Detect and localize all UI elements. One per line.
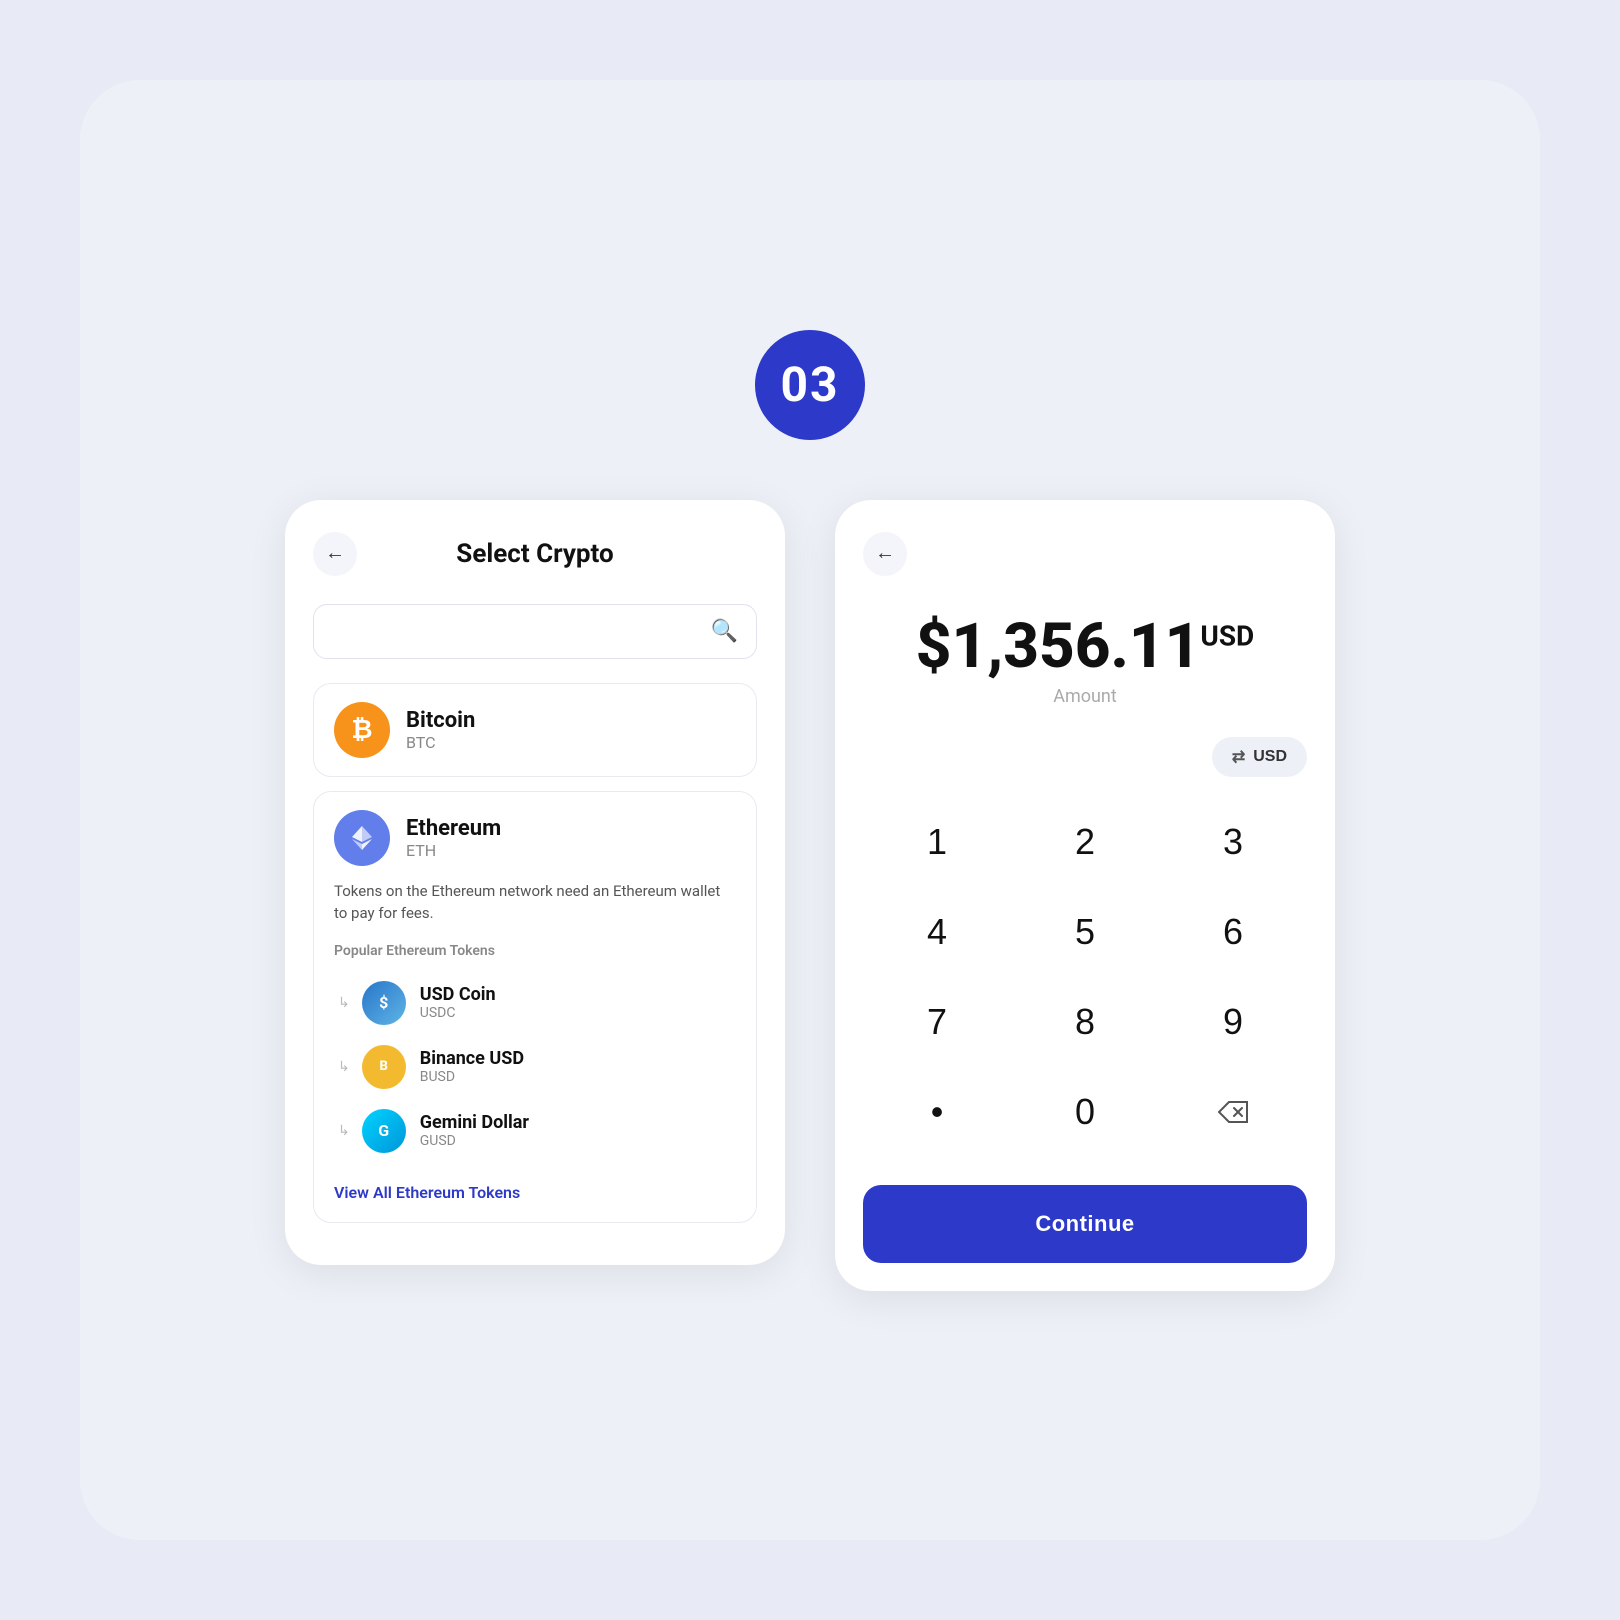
busd-info: Binance USD BUSD — [420, 1048, 524, 1085]
numpad-key-0[interactable]: 0 — [1011, 1067, 1159, 1157]
select-crypto-panel: ← Select Crypto 🔍 ₿ Bitcoin BTC — [285, 500, 785, 1265]
amount-value: $1,356.11USD — [916, 610, 1255, 683]
numpad-key-2[interactable]: 2 — [1011, 797, 1159, 887]
ethereum-name: Ethereum — [406, 816, 501, 841]
usdc-icon: $ — [362, 981, 406, 1025]
gusd-ticker: GUSD — [420, 1133, 529, 1149]
busd-token-item[interactable]: ↳ B Binance USD BUSD — [334, 1035, 524, 1099]
busd-arrow-icon: ↳ — [338, 1059, 350, 1075]
amount-display: $1,356.11USD — [863, 616, 1307, 678]
usdc-arrow-icon: ↳ — [338, 995, 350, 1011]
bitcoin-item[interactable]: ₿ Bitcoin BTC — [313, 683, 757, 777]
amount-panel-header: ← — [863, 532, 1307, 576]
ethereum-icon — [334, 810, 390, 866]
step-badge: 03 — [755, 330, 865, 440]
amount-panel: ← $1,356.11USD Amount ⇄ USD 1 2 3 4 5 — [835, 500, 1335, 1291]
gusd-icon: G — [362, 1109, 406, 1153]
popular-tokens-label: Popular Ethereum Tokens — [334, 943, 495, 959]
numpad-key-4[interactable]: 4 — [863, 887, 1011, 977]
bitcoin-name: Bitcoin — [406, 708, 475, 733]
step-number: 03 — [780, 356, 839, 413]
view-all-ethereum-link[interactable]: View All Ethereum Tokens — [334, 1183, 520, 1202]
numpad-backspace-button[interactable] — [1159, 1067, 1307, 1157]
numpad: 1 2 3 4 5 6 7 8 9 • 0 — [863, 797, 1307, 1157]
gusd-name: Gemini Dollar — [420, 1112, 529, 1133]
bitcoin-info: Bitcoin BTC — [406, 708, 475, 752]
usdc-name: USD Coin — [420, 984, 496, 1005]
back-button-right[interactable]: ← — [863, 532, 907, 576]
numpad-key-1[interactable]: 1 — [863, 797, 1011, 887]
numpad-key-dot[interactable]: • — [863, 1067, 1011, 1157]
select-crypto-title: Select Crypto — [456, 539, 613, 569]
busd-name: Binance USD — [420, 1048, 524, 1069]
numpad-key-5[interactable]: 5 — [1011, 887, 1159, 977]
currency-toggle-area: ⇄ USD — [863, 737, 1307, 777]
panels: ← Select Crypto 🔍 ₿ Bitcoin BTC — [285, 500, 1335, 1291]
ethereum-item[interactable]: Ethereum ETH Tokens on the Ethereum netw… — [313, 791, 757, 1223]
search-box: 🔍 — [313, 604, 757, 659]
numpad-key-9[interactable]: 9 — [1159, 977, 1307, 1067]
outer-container: 03 ← Select Crypto 🔍 ₿ Bitcoin BTC — [80, 80, 1540, 1540]
currency-toggle-button[interactable]: ⇄ USD — [1212, 737, 1307, 777]
search-icon: 🔍 — [711, 619, 738, 644]
gusd-info: Gemini Dollar GUSD — [420, 1112, 529, 1149]
usdc-ticker: USDC — [420, 1005, 496, 1021]
ethereum-description: Tokens on the Ethereum network need an E… — [334, 880, 736, 925]
amount-label: Amount — [863, 686, 1307, 707]
gusd-arrow-icon: ↳ — [338, 1123, 350, 1139]
bitcoin-ticker: BTC — [406, 733, 475, 752]
panel-header: ← Select Crypto — [313, 532, 757, 576]
ethereum-ticker: ETH — [406, 841, 501, 860]
ethereum-info: Ethereum ETH — [406, 816, 501, 860]
numpad-key-7[interactable]: 7 — [863, 977, 1011, 1067]
usdc-info: USD Coin USDC — [420, 984, 496, 1021]
numpad-key-8[interactable]: 8 — [1011, 977, 1159, 1067]
back-button-left[interactable]: ← — [313, 532, 357, 576]
usdc-token-item[interactable]: ↳ $ USD Coin USDC — [334, 971, 496, 1035]
ethereum-item-top: Ethereum ETH — [334, 810, 736, 866]
busd-icon: B — [362, 1045, 406, 1089]
gusd-token-item[interactable]: ↳ G Gemini Dollar GUSD — [334, 1099, 529, 1163]
search-input[interactable] — [332, 621, 711, 642]
busd-ticker: BUSD — [420, 1069, 524, 1085]
numpad-key-6[interactable]: 6 — [1159, 887, 1307, 977]
toggle-currency-label: USD — [1253, 748, 1287, 766]
amount-currency: USD — [1200, 619, 1254, 652]
continue-button[interactable]: Continue — [863, 1185, 1307, 1263]
bitcoin-icon: ₿ — [334, 702, 390, 758]
numpad-key-3[interactable]: 3 — [1159, 797, 1307, 887]
swap-icon: ⇄ — [1232, 747, 1245, 767]
